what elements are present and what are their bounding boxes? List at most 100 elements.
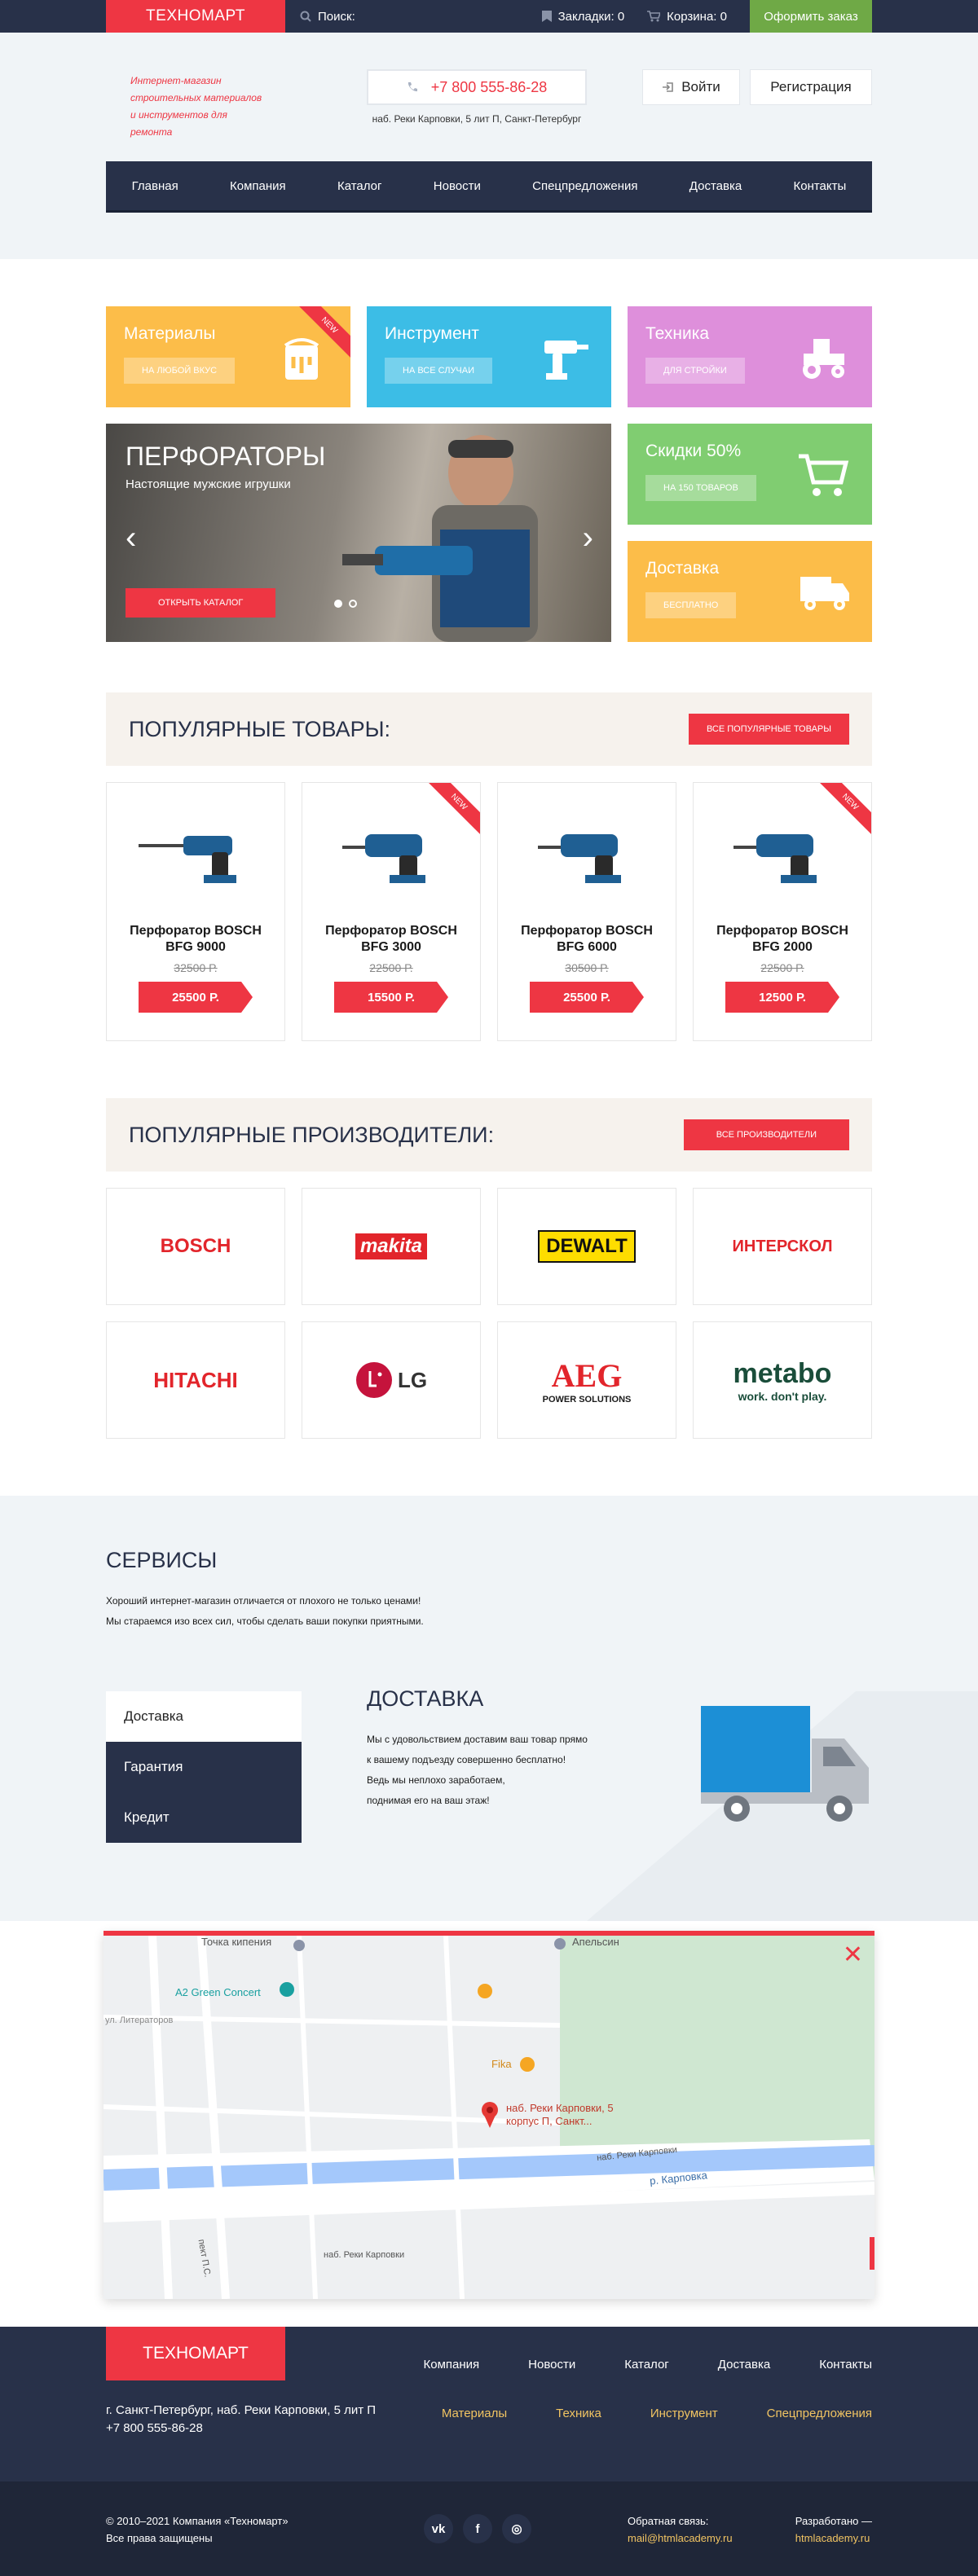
brand-logo-sub: POWER SOLUTIONS [542,1394,632,1404]
tagline-line: и инструментов для ремонта [130,109,227,138]
category-sub: на 150 товаров [645,475,756,501]
hero-slider: ПЕРФОРАТОРЫ Настоящие мужские игрушки ‹ … [106,424,611,642]
developer-link[interactable]: htmlacademy.ru [795,2530,872,2547]
footer-bottom: © 2010–2021 Компания «Техномарт» Все пра… [0,2481,978,2576]
tagline-line: строительных материалов [130,92,262,103]
instagram-icon[interactable]: ◎ [502,2514,531,2543]
brand-logo-text: metabo [733,1357,832,1389]
buy-button[interactable]: 15500 Р. [334,982,448,1013]
tagline-line: Интернет-магазин [130,75,222,86]
nav-delivery[interactable]: Доставка [689,179,742,193]
brand-bosch[interactable]: BOSCH [106,1188,285,1305]
services-desc-line: Мы стараемся изо всех сил, чтобы сделать… [106,1615,424,1627]
footer-link-company[interactable]: Компания [424,2358,480,2372]
footer-phone[interactable]: +7 800 555-86-28 [106,2420,376,2438]
tab-warranty[interactable]: Гарантия [106,1742,302,1792]
search[interactable]: Поиск: [300,10,355,24]
category-delivery[interactable]: Доставка бесплатно [628,541,872,642]
product-card[interactable]: Перфоратор BOSCH BFG 3000 22500 Р. 15500… [302,782,481,1041]
brand-aeg[interactable]: AEG POWER SOLUTIONS [497,1321,676,1439]
footer-catalog-nav: Материалы Техника Инструмент Спецпредлож… [442,2407,872,2420]
vk-icon[interactable]: vk [424,2514,453,2543]
all-brands-button[interactable]: Все производители [683,1119,849,1150]
nav-company[interactable]: Компания [230,179,286,193]
footer-link-delivery[interactable]: Доставка [718,2358,770,2372]
product-old-price: 22500 Р. [369,961,413,974]
footer-link-tools[interactable]: Инструмент [650,2407,718,2420]
truck-icon [800,577,849,610]
bookmarks-link[interactable]: Закладки: 0 [541,9,625,24]
nav-catalog[interactable]: Каталог [337,179,382,193]
brand-interskol[interactable]: ИНТЕРСКОЛ [693,1188,872,1305]
brand-lg[interactable]: LG [302,1321,481,1439]
buy-button[interactable]: 12500 Р. [725,982,839,1013]
open-catalog-button[interactable]: Открыть каталог [126,588,276,618]
popular-header: ПОПУЛЯРНЫЕ ТОВАРЫ: Все популярные товары [106,692,872,766]
services-desc: Хороший интернет-магазин отличается от п… [106,1591,872,1632]
facebook-icon[interactable]: f [463,2514,492,2543]
brand-hitachi[interactable]: HITACHI [106,1321,285,1439]
all-popular-button[interactable]: Все популярные товары [688,714,849,745]
map-label: Апельсин [572,1936,619,1948]
buy-button[interactable]: 25500 Р. [139,982,253,1013]
slider-dot[interactable] [349,600,357,608]
login-button[interactable]: Войти [642,69,740,105]
brand-logo: metabo work. don't play. [734,1358,832,1403]
footer-link-machinery[interactable]: Техника [556,2407,601,2420]
product-name: Перфоратор BOSCH BFG 3000 [325,924,457,954]
category-sub: на все случаи [385,358,493,384]
map-popup[interactable]: Точка кипения Апельсин A2 Green Concert … [104,1931,874,2299]
brand-logo-text: LG [397,1367,428,1392]
services-tabs: Доставка Гарантия Кредит [106,1691,302,1843]
top-bar: ТЕХНОМАРТ Поиск: Закладки: 0 Корзина: 0 … [0,0,978,33]
product-card[interactable]: Перфоратор BOSCH BFG 2000 22500 Р. 12500… [693,782,872,1041]
register-button[interactable]: Регистрация [750,69,872,105]
footer-link-offers[interactable]: Спецпредложения [767,2407,872,2420]
nav-contacts[interactable]: Контакты [793,179,846,193]
brand-metabo[interactable]: metabo work. don't play. [693,1321,872,1439]
category-machinery[interactable]: Техника для стройки [628,306,872,407]
brand-makita[interactable]: makita [302,1188,481,1305]
product-card[interactable]: Перфоратор BOSCH BFG 9000 32500 Р. 25500… [106,782,285,1041]
close-icon[interactable]: ✕ [843,1941,863,1969]
feedback-email-link[interactable]: mail@htmlacademy.ru [628,2530,733,2547]
footer-link-catalog[interactable]: Каталог [624,2358,669,2372]
tab-delivery[interactable]: Доставка [106,1691,302,1742]
drill-image [139,836,236,883]
brand-logo: LG [355,1361,427,1399]
services-title: СЕРВИСЫ [106,1548,218,1572]
slider-dot[interactable] [334,600,342,608]
buy-button[interactable]: 25500 Р. [530,982,644,1013]
footer-link-contacts[interactable]: Контакты [819,2358,872,2372]
footer-link-news[interactable]: Новости [528,2358,575,2372]
order-button[interactable]: Оформить заказ [750,0,872,33]
categories-grid: Материалы на любой вкус NEW Инструмент н… [106,306,872,642]
category-tools[interactable]: Инструмент на все случаи [367,306,611,407]
copyright-line: Все права защищены [106,2532,213,2544]
footer-link-materials[interactable]: Материалы [442,2407,507,2420]
bookmarks-label: Закладки: 0 [557,9,625,24]
map-label: наб. Реки Карповки [324,2250,405,2260]
nav-home[interactable]: Главная [132,179,178,193]
category-materials[interactable]: Материалы на любой вкус NEW [106,306,350,407]
tab-credit[interactable]: Кредит [106,1792,302,1843]
slider-next-icon[interactable]: › [583,520,593,556]
logo[interactable]: ТЕХНОМАРТ [106,0,285,33]
lg-logo-icon [355,1362,392,1398]
category-discounts[interactable]: Скидки 50% на 150 товаров [628,424,872,525]
new-ribbon: NEW [423,783,480,840]
footer-logo[interactable]: ТЕХНОМАРТ [106,2327,285,2380]
new-ribbon: NEW [293,306,350,363]
slider-prev-icon[interactable]: ‹ [126,520,136,556]
phone-box[interactable]: +7 800 555-86-28 [367,69,587,105]
cart-link[interactable]: Корзина: 0 [647,10,727,24]
new-ribbon: NEW [814,783,871,840]
brands-header: ПОПУЛЯРНЫЕ ПРОИЗВОДИТЕЛИ: Все производит… [106,1098,872,1172]
service-panel: ДОСТАВКА Мы с удовольствием доставим ваш… [367,1686,660,1811]
map-label: ул. Литераторов [105,2016,174,2025]
brand-dewalt[interactable]: DEWALT [497,1188,676,1305]
product-card[interactable]: Перфоратор BOSCH BFG 6000 30500 Р. 25500… [497,782,676,1041]
nav-news[interactable]: Новости [434,179,481,193]
nav-offers[interactable]: Спецпредложения [532,179,637,193]
category-sub: для стройки [645,358,745,384]
